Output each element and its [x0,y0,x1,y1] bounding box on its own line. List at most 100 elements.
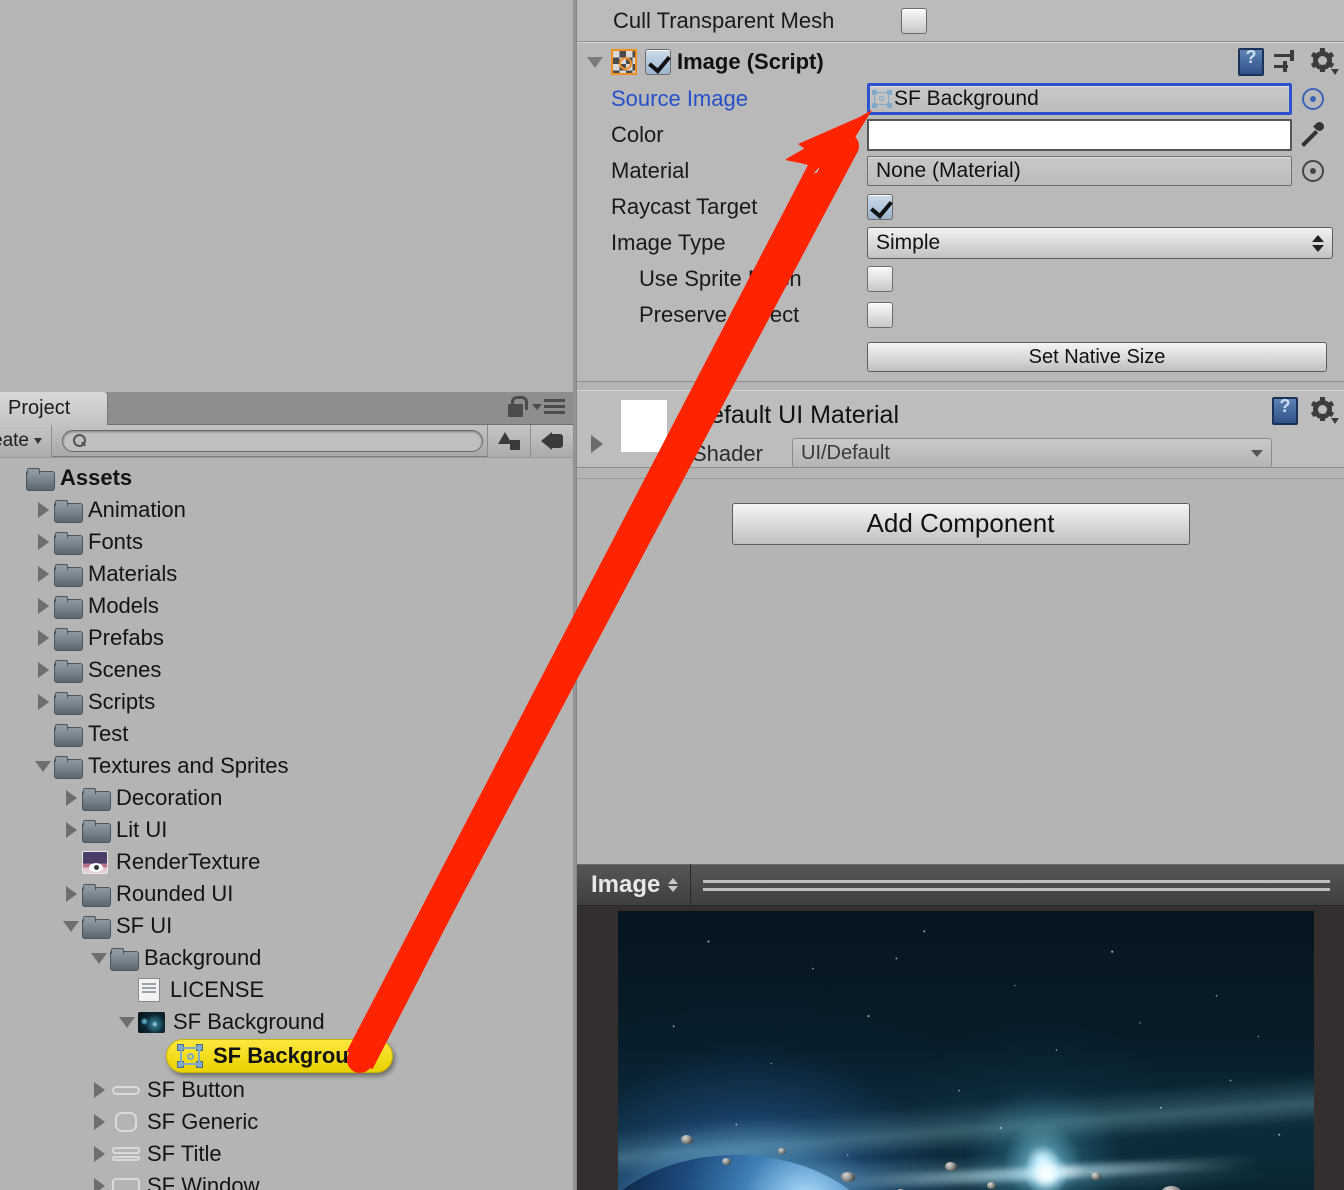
help-book-icon[interactable] [1272,397,1298,425]
folder-icon [54,692,81,713]
tree-item-label: SF Generic [147,1109,258,1135]
material-field[interactable]: None (Material) [867,156,1292,186]
panel-menu-icon[interactable] [532,399,565,414]
folder-icon [54,628,81,649]
image-script-header[interactable]: Image (Script) [577,43,1344,81]
cull-transparent-mesh-checkbox[interactable] [901,8,927,34]
shader-dropdown[interactable]: UI/Default [792,438,1272,468]
preserve-aspect-checkbox[interactable] [867,302,893,328]
tree-item[interactable]: Lit UI [0,814,573,846]
expand-triangle-icon[interactable] [66,790,77,806]
twisty [32,534,54,550]
tree-item[interactable]: RenderTexture [0,846,573,878]
search-field[interactable] [62,430,483,452]
color-swatch-field[interactable] [867,119,1292,151]
twisty [32,694,54,710]
tab-project[interactable]: Project [0,392,108,425]
collapse-triangle-icon[interactable] [119,1017,135,1028]
expand-triangle-icon[interactable] [38,630,49,646]
eyedropper-icon[interactable] [1301,121,1325,149]
tree-item[interactable]: Prefabs [0,622,573,654]
expand-triangle-icon[interactable] [94,1146,105,1162]
use-sprite-mesh-checkbox[interactable] [867,266,893,292]
tree-item[interactable]: Fonts [0,526,573,558]
gear-icon[interactable] [1310,49,1336,75]
tree-item[interactable]: Assets [0,462,573,494]
tree-item[interactable]: Materials [0,558,573,590]
image-component-enabled-checkbox[interactable] [645,49,671,75]
filter-by-type-button[interactable] [487,425,530,457]
tree-item[interactable]: Background [0,942,573,974]
tree-item[interactable]: Scenes [0,654,573,686]
tree-item-selected[interactable]: SF Background [0,1038,573,1074]
twisty [88,1082,110,1098]
shader-value: UI/Default [801,442,890,465]
use-sprite-mesh-label: Use Sprite Mesh [577,266,867,292]
inspector-panel: Cull Transparent Mesh Image (Script) [577,0,1344,1190]
tree-item[interactable]: Rounded UI [0,878,573,910]
source-image-field[interactable]: SF Background [867,83,1292,115]
left-column: Project eate [0,0,577,1190]
tree-item[interactable]: Decoration [0,782,573,814]
project-tabbar: Project [0,392,573,425]
tree-item[interactable]: SF UI [0,910,573,942]
tree-item-label: Materials [88,561,177,587]
create-button[interactable]: eate [0,425,52,457]
tree-item-label: SF Window [147,1173,259,1190]
raycast-target-checkbox[interactable] [867,194,893,220]
shapes-filter-icon [498,432,520,450]
search-input[interactable] [92,432,472,450]
render-texture-icon [82,851,108,874]
material-preview-swatch [621,400,667,452]
tree-item[interactable]: Animation [0,494,573,526]
expand-triangle-icon[interactable] [38,694,49,710]
expand-triangle-icon[interactable] [94,1082,105,1098]
collapse-triangle-icon[interactable] [63,921,79,932]
tree-item[interactable]: SF Background [0,1006,573,1038]
tree-item[interactable]: SF Title [0,1138,573,1170]
tree-item[interactable]: SF Generic [0,1106,573,1138]
add-component-button[interactable]: Add Component [732,503,1190,545]
tree-item[interactable]: Textures and Sprites [0,750,573,782]
project-toolbar: eate [0,425,573,457]
tree-item-label: Animation [88,497,186,523]
expand-triangle-icon[interactable] [591,435,603,453]
gear-icon[interactable] [1310,398,1336,424]
set-native-size-button[interactable]: Set Native Size [867,342,1327,372]
source-image-object-picker-icon[interactable] [1302,88,1324,110]
filter-by-label-button[interactable] [530,425,573,457]
expand-triangle-icon[interactable] [38,534,49,550]
expand-triangle-icon[interactable] [38,566,49,582]
highlight-pill[interactable]: SF Background [166,1039,393,1073]
tree-item[interactable]: Models [0,590,573,622]
project-asset-tree[interactable]: Assets Animation Fonts Materials ModelsPrefa… [0,458,573,1190]
expand-triangle-icon[interactable] [94,1178,105,1190]
preset-icon[interactable] [1274,50,1300,74]
expand-triangle-icon[interactable] [66,822,77,838]
preview-slider[interactable] [703,879,1330,891]
expand-triangle-icon[interactable] [94,1114,105,1130]
tree-item[interactable]: SF Button [0,1074,573,1106]
expand-triangle-icon[interactable] [38,598,49,614]
tree-item[interactable]: Scripts [0,686,573,718]
shader-label: Shader [692,441,763,467]
collapse-triangle-icon[interactable] [587,57,603,68]
collapse-triangle-icon[interactable] [35,761,51,772]
property-row-use-sprite-mesh: Use Sprite Mesh [577,261,1344,297]
tree-item[interactable]: SF Window [0,1170,573,1190]
preview-type-dropdown[interactable]: Image [591,864,691,906]
set-native-size-label: Set Native Size [1029,346,1166,369]
lock-icon[interactable] [507,396,524,417]
collapse-triangle-icon[interactable] [91,953,107,964]
help-book-icon[interactable] [1238,48,1264,76]
tab-project-label: Project [8,397,70,420]
expand-triangle-icon[interactable] [66,886,77,902]
expand-triangle-icon[interactable] [38,662,49,678]
twisty [60,790,82,806]
material-object-picker-icon[interactable] [1302,160,1324,182]
tree-item[interactable]: Test [0,718,573,750]
tree-item[interactable]: LICENSE [0,974,573,1006]
expand-triangle-icon[interactable] [38,502,49,518]
image-type-dropdown[interactable]: Simple [867,227,1333,259]
chevron-down-icon [34,438,42,444]
